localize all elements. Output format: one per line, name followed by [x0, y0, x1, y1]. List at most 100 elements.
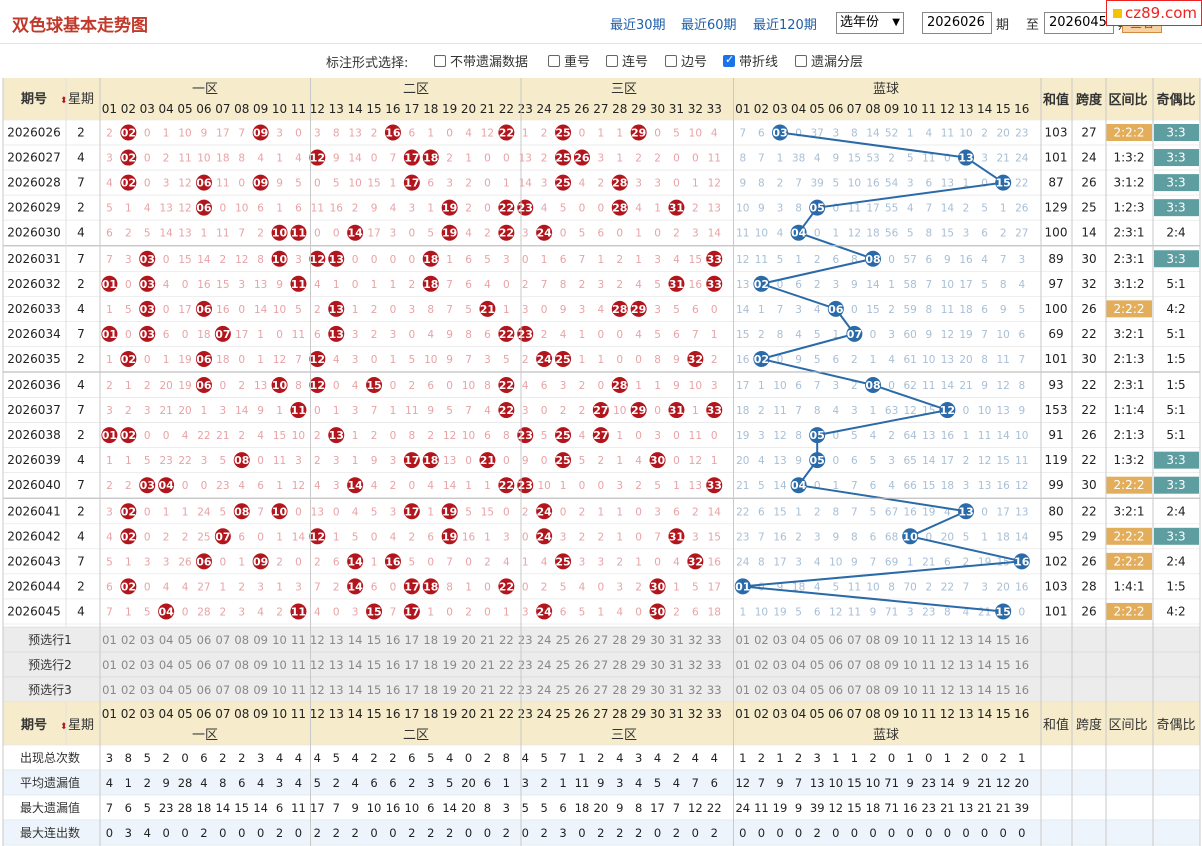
- red-miss-value: 6: [692, 606, 699, 618]
- blue-miss-value: 0: [888, 254, 895, 266]
- footer-blue-col-head: 03: [772, 707, 787, 721]
- red-miss-value: 4: [257, 606, 264, 618]
- blue-miss-value: 18: [736, 405, 749, 417]
- red-miss-value: 0: [182, 329, 189, 341]
- red-miss-value: 9: [446, 329, 453, 341]
- red-miss-value: 17: [216, 128, 229, 140]
- red-col-head: 15: [366, 102, 381, 116]
- blue-miss-value: 13: [922, 430, 935, 442]
- red-miss-value: 4: [144, 203, 151, 215]
- preselect-red-number: 05: [178, 658, 193, 672]
- red-miss-value: 6: [465, 254, 472, 266]
- red-miss-value: 2: [465, 203, 472, 215]
- blue-miss-value: 11: [736, 228, 749, 240]
- blue-miss-value: 9: [739, 178, 746, 190]
- blue-miss-value: 1: [758, 380, 765, 392]
- red-ball-number: 18: [423, 152, 438, 165]
- stats-value: 10: [367, 801, 382, 815]
- red-miss-value: 4: [541, 203, 548, 215]
- red-miss-value: 0: [409, 329, 416, 341]
- red-miss-value: 17: [708, 581, 721, 593]
- stats-value: 5: [333, 751, 340, 765]
- blue-miss-value: 8: [739, 153, 746, 165]
- blue-miss-value: 14: [941, 203, 955, 215]
- stats-value: 4: [144, 826, 151, 840]
- blue-miss-value: 9: [851, 279, 858, 291]
- red-ball-number: 01: [102, 278, 117, 291]
- preselect-blue-number: 05: [810, 633, 825, 647]
- red-miss-value: 5: [295, 304, 302, 316]
- red-miss-value: 0: [144, 430, 151, 442]
- red-miss-value: 3: [446, 178, 453, 190]
- stats-value: 18: [197, 801, 212, 815]
- red-miss-value: 1: [106, 354, 113, 366]
- red-miss-value: 4: [560, 329, 567, 341]
- blue-miss-value: 67: [885, 506, 898, 518]
- stats-value: 6: [238, 776, 245, 790]
- preselect-red-number: 31: [669, 633, 684, 647]
- stats-value: 2: [333, 776, 340, 790]
- blue-miss-value: 1: [907, 128, 914, 140]
- stats-value: 8: [125, 751, 132, 765]
- red-miss-value: 5: [465, 506, 472, 518]
- red-miss-value: 3: [352, 329, 359, 341]
- red-miss-value: 2: [484, 556, 491, 568]
- stats-value: 4: [106, 776, 113, 790]
- blue-miss-value: 9: [758, 203, 765, 215]
- blue-miss-value: 24: [736, 556, 750, 568]
- preselect-blue-number: 16: [1014, 658, 1029, 672]
- red-miss-value: 1: [616, 153, 623, 165]
- red-miss-value: 2: [314, 556, 321, 568]
- red-miss-value: 6: [295, 203, 302, 215]
- red-miss-value: 5: [579, 606, 586, 618]
- blue-miss-value: 2: [777, 178, 784, 190]
- blue-ball-number: 15: [996, 605, 1011, 618]
- red-miss-value: 8: [503, 430, 510, 442]
- red-miss-value: 3: [692, 531, 699, 543]
- red-miss-value: 3: [390, 228, 397, 240]
- red-miss-value: 2: [560, 405, 567, 417]
- red-miss-value: 0: [163, 304, 170, 316]
- red-ball-number: 21: [480, 303, 495, 316]
- red-ball-number: 19: [442, 227, 457, 240]
- stats-value: 71: [884, 776, 899, 790]
- red-miss-value: 0: [654, 228, 661, 240]
- red-col-head: 33: [707, 102, 722, 116]
- red-miss-value: 0: [522, 531, 529, 543]
- red-miss-value: 2: [238, 581, 245, 593]
- row-weekday: 2: [77, 201, 85, 215]
- footer-red-col-head: 23: [518, 707, 533, 721]
- stats-value: 6: [408, 751, 415, 765]
- blue-miss-value: 10: [866, 581, 879, 593]
- stats-value: 14: [442, 801, 457, 815]
- footer-red-col-head: 05: [177, 707, 192, 721]
- red-ball-number: 03: [140, 328, 155, 341]
- red-miss-value: 3: [333, 455, 340, 467]
- stats-value: 14: [253, 801, 268, 815]
- preselect-blue-number: 08: [866, 633, 881, 647]
- row-zone-ratio: 2:3:1: [1114, 226, 1145, 240]
- red-miss-value: 4: [352, 380, 359, 392]
- stats-value: 0: [869, 826, 876, 840]
- red-col-head: 16: [385, 102, 400, 116]
- preselect-red-number: 02: [121, 658, 136, 672]
- red-miss-value: 0: [371, 531, 378, 543]
- blue-miss-value: 8: [758, 178, 765, 190]
- red-miss-value: 5: [654, 480, 661, 492]
- blue-ball-number: 05: [810, 454, 825, 467]
- red-miss-value: 7: [390, 153, 397, 165]
- stats-value: 17: [310, 801, 325, 815]
- red-ball-number: 26: [574, 152, 590, 165]
- blue-miss-value: 7: [851, 480, 858, 492]
- red-miss-value: 20: [159, 380, 172, 392]
- blue-miss-value: 17: [997, 506, 1010, 518]
- preselect-blue-number: 02: [754, 683, 769, 697]
- red-ball-number: 06: [196, 177, 212, 190]
- blue-miss-value: 1: [795, 506, 802, 518]
- red-miss-value: 2: [635, 480, 642, 492]
- blue-miss-value: 14: [1015, 531, 1029, 543]
- preselect-blue-number: 14: [977, 683, 992, 697]
- footer-red-col-head: 33: [707, 707, 722, 721]
- stats-value: 2: [408, 826, 415, 840]
- blue-miss-value: 7: [739, 128, 746, 140]
